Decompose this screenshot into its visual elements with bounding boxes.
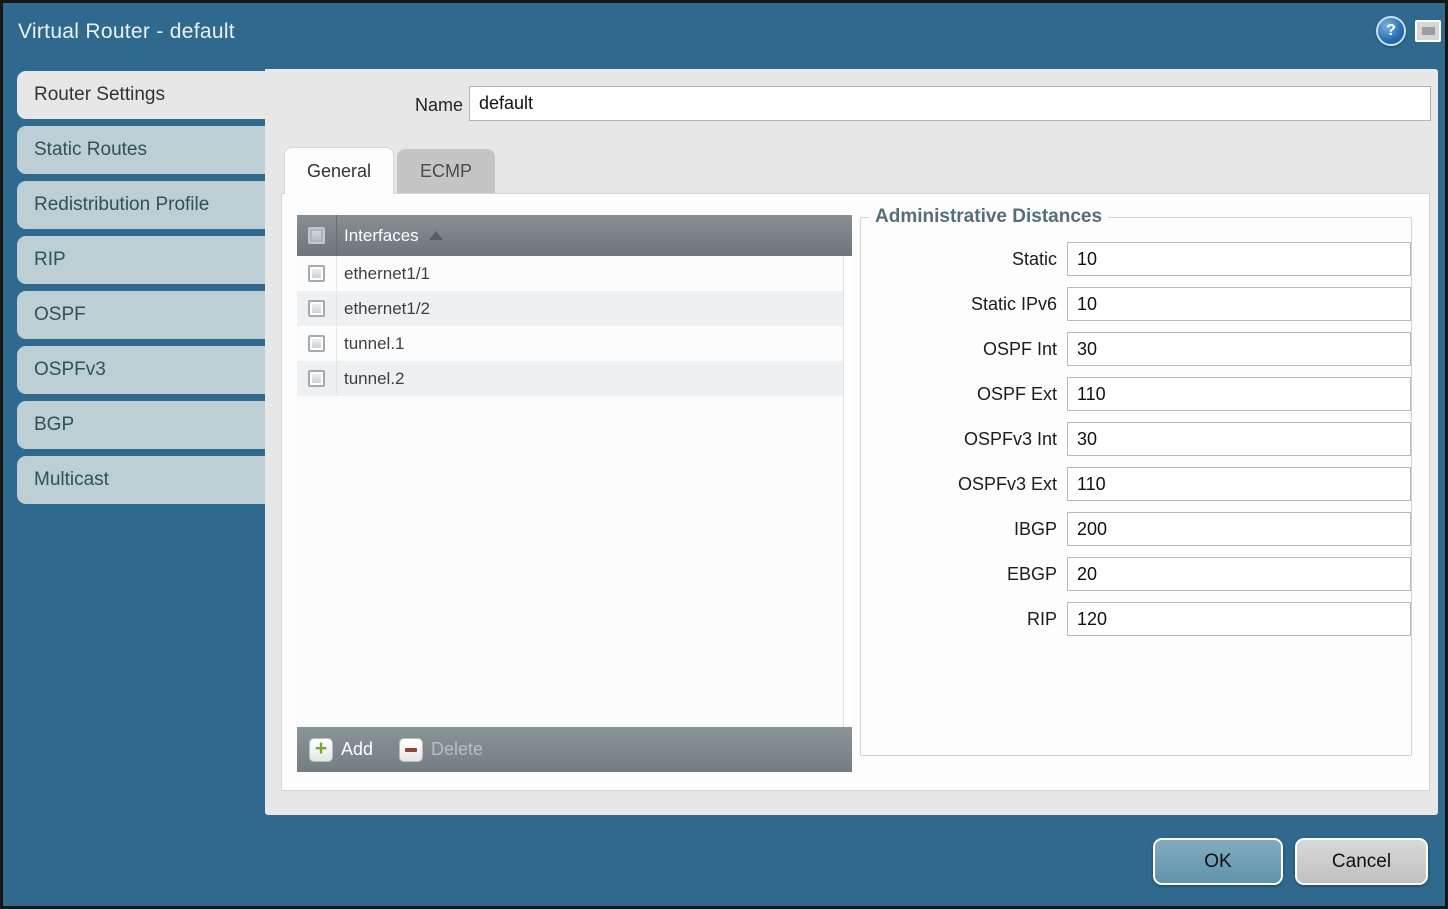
sidebar-item-redistribution-profile[interactable]: Redistribution Profile (17, 181, 265, 229)
ibgp-label: IBGP (861, 519, 1067, 540)
ibgp-input[interactable] (1067, 512, 1411, 546)
field-row: EBGP (861, 557, 1411, 591)
cancel-button[interactable]: Cancel (1295, 838, 1428, 885)
general-tab-content: Interfaces ethernet1/1 ethernet (281, 193, 1430, 791)
ebgp-label: EBGP (861, 564, 1067, 585)
add-button-label: Add (341, 739, 373, 760)
sidebar-item-static-routes[interactable]: Static Routes (17, 126, 265, 174)
add-button[interactable]: + Add (309, 738, 373, 762)
help-glyph: ? (1386, 22, 1396, 40)
minus-icon (399, 738, 423, 762)
header-checkbox-cell (297, 215, 337, 256)
interface-name: tunnel.1 (344, 334, 405, 354)
ospf-ext-input[interactable] (1067, 377, 1411, 411)
field-row: Static IPv6 (861, 287, 1411, 321)
field-row: IBGP (861, 512, 1411, 546)
rip-label: RIP (861, 609, 1067, 630)
static-label: Static (861, 249, 1067, 270)
interface-name: tunnel.2 (344, 369, 405, 389)
ospfv3-ext-input[interactable] (1067, 467, 1411, 501)
field-row: OSPFv3 Int (861, 422, 1411, 456)
row-checkbox[interactable] (308, 300, 325, 317)
static-ipv6-label: Static IPv6 (861, 294, 1067, 315)
minus-glyph (405, 748, 417, 752)
ospfv3-int-label: OSPFv3 Int (861, 429, 1067, 450)
interfaces-table: Interfaces ethernet1/1 ethernet (297, 215, 852, 772)
sidebar-item-ospf[interactable]: OSPF (17, 291, 265, 339)
virtual-router-dialog: Virtual Router - default ? Router Settin… (0, 0, 1448, 909)
window-glyph (1422, 27, 1435, 35)
select-all-checkbox[interactable] (308, 227, 325, 244)
static-input[interactable] (1067, 242, 1411, 276)
field-row: RIP (861, 602, 1411, 636)
sidebar-item-ospfv3[interactable]: OSPFv3 (17, 346, 265, 394)
interface-name: ethernet1/2 (344, 299, 430, 319)
plus-icon: + (309, 738, 333, 762)
field-row: Static (861, 242, 1411, 276)
field-row: OSPF Int (861, 332, 1411, 366)
name-input[interactable] (469, 86, 1431, 121)
row-checkbox[interactable] (308, 265, 325, 282)
ok-button[interactable]: OK (1153, 838, 1283, 885)
router-settings-panel: Name General ECMP Interfaces (265, 69, 1438, 815)
interfaces-table-header: Interfaces (297, 215, 852, 256)
rip-input[interactable] (1067, 602, 1411, 636)
row-checkbox-cell (297, 326, 337, 361)
interfaces-column-header[interactable]: Interfaces (344, 226, 419, 246)
sidebar-item-multicast[interactable]: Multicast (17, 456, 265, 504)
field-row: OSPF Ext (861, 377, 1411, 411)
dialog-title: Virtual Router - default (18, 20, 235, 44)
table-row[interactable]: ethernet1/1 (297, 256, 843, 291)
help-icon[interactable]: ? (1376, 16, 1406, 46)
tab-general[interactable]: General (284, 147, 394, 194)
ospf-int-input[interactable] (1067, 332, 1411, 366)
administrative-distances-fieldset: Administrative Distances Static Static I… (860, 206, 1412, 756)
sort-ascending-icon (429, 231, 443, 240)
row-checkbox-cell (297, 291, 337, 326)
administrative-distances-legend: Administrative Distances (869, 206, 1108, 228)
sidebar-item-bgp[interactable]: BGP (17, 401, 265, 449)
ospf-int-label: OSPF Int (861, 339, 1067, 360)
delete-button-label: Delete (431, 739, 483, 760)
sidebar-item-router-settings[interactable]: Router Settings (17, 71, 270, 119)
ospfv3-ext-label: OSPFv3 Ext (861, 474, 1067, 495)
field-row: OSPFv3 Ext (861, 467, 1411, 501)
sidebar: Router Settings Static Routes Redistribu… (17, 71, 271, 511)
row-checkbox[interactable] (308, 335, 325, 352)
interfaces-table-body: ethernet1/1 ethernet1/2 tunnel.1 (297, 256, 843, 396)
name-label: Name (373, 95, 463, 116)
interface-name: ethernet1/1 (344, 264, 430, 284)
static-ipv6-input[interactable] (1067, 287, 1411, 321)
ebgp-input[interactable] (1067, 557, 1411, 591)
row-checkbox[interactable] (308, 370, 325, 387)
table-row[interactable]: tunnel.2 (297, 361, 843, 396)
row-checkbox-cell (297, 361, 337, 396)
table-row[interactable]: tunnel.1 (297, 326, 843, 361)
table-row[interactable]: ethernet1/2 (297, 291, 843, 326)
tab-ecmp[interactable]: ECMP (397, 149, 495, 194)
ospf-ext-label: OSPF Ext (861, 384, 1067, 405)
window-restore-icon[interactable] (1415, 20, 1441, 42)
delete-button[interactable]: Delete (399, 738, 483, 762)
sidebar-item-rip[interactable]: RIP (17, 236, 265, 284)
plus-glyph: + (315, 738, 327, 759)
row-checkbox-cell (297, 256, 337, 291)
interfaces-table-footer: + Add Delete (297, 727, 852, 772)
table-scrollbar[interactable] (843, 256, 852, 727)
ospfv3-int-input[interactable] (1067, 422, 1411, 456)
